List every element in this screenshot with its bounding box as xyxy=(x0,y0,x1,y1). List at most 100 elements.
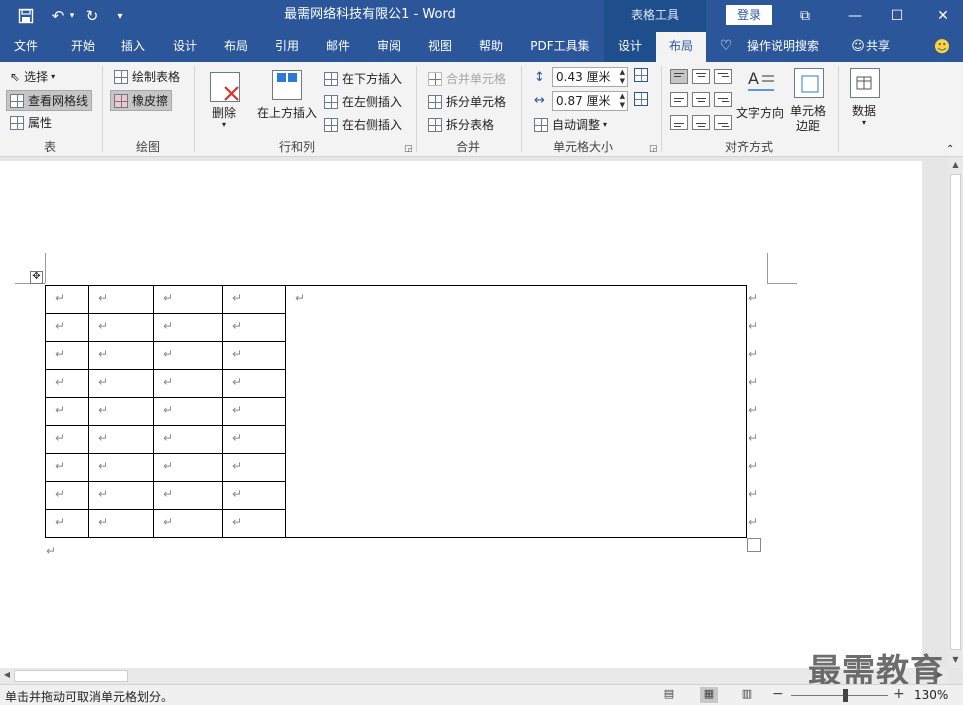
cell-end-mark: ↵ xyxy=(55,291,66,305)
dialog-launcher-icon[interactable]: ◲ xyxy=(649,144,658,154)
select-button[interactable]: ⇖ 选择 ▾ xyxy=(10,68,55,85)
distribute-rows-icon[interactable] xyxy=(634,68,652,82)
group-label-alignment: 对齐方式 xyxy=(724,140,773,154)
document-page[interactable]: ✥ ↵ ↵ ↵ ↵ ↵ ↵ ↵ ↵ ↵ ↵ ↵ ↵ ↵ ↵ ↵ ↵ ↵ ↵ ↵ ↵ ↵ ↵ ↵ ↵ ↵ ↵ ↵ ↵ ↵ ↵ ↵ ↵ ↵ ↵ ↵ ↵ ↵ ↵… xyxy=(0,161,922,668)
align-top-left-icon[interactable] xyxy=(670,69,688,84)
merge-cells-button[interactable]: 合并单元格 xyxy=(428,70,506,87)
text-direction-icon[interactable]: A xyxy=(746,68,776,98)
login-button[interactable]: 登录 xyxy=(726,5,772,25)
split-cells-button[interactable]: 拆分单元格 xyxy=(428,93,506,110)
text-direction-button[interactable]: 文字方向 xyxy=(736,104,784,121)
web-layout-icon[interactable]: ▥ xyxy=(738,687,756,703)
insert-above-icon[interactable] xyxy=(272,70,302,100)
eraser-button[interactable]: 橡皮擦 xyxy=(110,90,173,111)
cell-end-mark: ↵ xyxy=(163,403,174,417)
ribbon-display-options-icon[interactable]: ⧉ xyxy=(782,0,828,32)
tab-home[interactable]: 开始 xyxy=(58,32,108,62)
table-cell[interactable] xyxy=(45,341,89,370)
zoom-out-button[interactable]: − xyxy=(772,686,784,702)
tab-pdf-tools[interactable]: PDF工具集 xyxy=(522,32,598,62)
vertical-scrollbar[interactable]: ▲ ▼ xyxy=(948,158,963,668)
collapse-ribbon-icon[interactable]: ⌃ xyxy=(946,144,954,155)
zoom-in-button[interactable]: + xyxy=(893,686,905,702)
split-table-button[interactable]: 拆分表格 xyxy=(428,116,494,133)
table-cell[interactable] xyxy=(45,481,89,510)
align-bottom-center-icon[interactable] xyxy=(692,115,710,130)
autofit-button[interactable]: 自动调整 ▾ xyxy=(534,116,607,133)
zoom-slider[interactable] xyxy=(791,695,888,696)
delete-button[interactable]: 删除 xyxy=(212,104,236,121)
autofit-icon xyxy=(534,117,548,132)
row-height-input[interactable]: 0.43 厘米 ▲ ▼ xyxy=(552,67,628,87)
table-cell[interactable] xyxy=(45,313,89,342)
merged-table-cell[interactable] xyxy=(285,285,747,538)
zoom-slider-thumb[interactable] xyxy=(843,689,849,702)
scroll-up-icon[interactable]: ▲ xyxy=(948,160,963,169)
dialog-launcher-icon[interactable]: ◲ xyxy=(404,144,413,154)
print-layout-icon[interactable]: ▦ xyxy=(700,687,718,703)
table-cell[interactable] xyxy=(45,369,89,398)
horizontal-scroll-thumb[interactable] xyxy=(14,670,128,682)
tab-design[interactable]: 设计 xyxy=(162,32,208,62)
tab-layout[interactable]: 布局 xyxy=(213,32,259,62)
minimize-icon[interactable]: — xyxy=(832,0,878,32)
smiley-icon[interactable]: ☻ xyxy=(930,32,954,62)
tab-mailings[interactable]: 邮件 xyxy=(315,32,361,62)
close-icon[interactable]: ✕ xyxy=(920,0,963,32)
horizontal-scrollbar[interactable]: ◀ ▶ xyxy=(0,668,948,684)
tab-help[interactable]: 帮助 xyxy=(468,32,514,62)
table-resize-handle[interactable] xyxy=(747,538,761,552)
table-cell[interactable] xyxy=(45,397,89,426)
share-button[interactable]: 共享 xyxy=(866,32,900,62)
tab-file[interactable]: 文件 xyxy=(4,32,48,62)
draw-table-button[interactable]: 绘制表格 xyxy=(114,68,180,85)
tab-review[interactable]: 审阅 xyxy=(366,32,412,62)
data-icon[interactable] xyxy=(850,68,880,98)
insert-right-button[interactable]: 在右侧插入 xyxy=(324,116,402,133)
tell-me-search[interactable]: 操作说明搜索 xyxy=(740,32,826,62)
align-middle-center-icon[interactable] xyxy=(692,92,710,107)
row-end-mark: ↵ xyxy=(748,319,759,333)
align-middle-left-icon[interactable] xyxy=(670,92,688,107)
data-dropdown-icon[interactable]: ▾ xyxy=(862,118,866,127)
align-middle-right-icon[interactable] xyxy=(714,92,732,107)
spinner-arrows-icon[interactable]: ▲ ▼ xyxy=(620,68,625,86)
align-top-center-icon[interactable] xyxy=(692,69,710,84)
separator xyxy=(661,66,662,152)
table-cell[interactable] xyxy=(45,509,89,538)
group-label-rows-columns: 行和列 xyxy=(278,140,315,154)
vertical-scroll-thumb[interactable] xyxy=(950,174,961,650)
properties-button[interactable]: 属性 xyxy=(10,114,52,131)
table-cell[interactable] xyxy=(45,453,89,482)
table-move-handle-icon[interactable]: ✥ xyxy=(30,271,43,284)
view-gridlines-button[interactable]: 查看网格线 xyxy=(6,90,93,111)
insert-above-button[interactable]: 在上方插入 xyxy=(257,104,317,121)
data-button[interactable]: 数据 xyxy=(852,102,876,119)
table-cell[interactable] xyxy=(45,285,89,314)
zoom-level[interactable]: 130% xyxy=(914,688,948,702)
maximize-icon[interactable]: ☐ xyxy=(874,0,920,32)
tab-references[interactable]: 引用 xyxy=(264,32,310,62)
cell-end-mark: ↵ xyxy=(98,375,109,389)
column-width-input[interactable]: 0.87 厘米 ▲ ▼ xyxy=(552,91,628,111)
align-bottom-left-icon[interactable] xyxy=(670,115,688,130)
align-top-right-icon[interactable] xyxy=(714,69,732,84)
tab-insert[interactable]: 插入 xyxy=(110,32,156,62)
scroll-down-icon[interactable]: ▼ xyxy=(948,655,963,664)
insert-left-button[interactable]: 在左侧插入 xyxy=(324,93,402,110)
tab-view[interactable]: 视图 xyxy=(417,32,463,62)
read-mode-icon[interactable]: ▤ xyxy=(660,687,678,703)
table-cell[interactable] xyxy=(45,425,89,454)
tab-table-layout[interactable]: 布局 xyxy=(656,32,706,62)
insert-below-button[interactable]: 在下方插入 xyxy=(324,70,402,87)
delete-icon[interactable] xyxy=(210,72,240,102)
align-bottom-right-icon[interactable] xyxy=(714,115,732,130)
cell-end-mark: ↵ xyxy=(163,319,174,333)
cell-margins-button[interactable]: 单元格 边距 xyxy=(790,104,826,134)
tab-table-design[interactable]: 设计 xyxy=(604,32,656,62)
distribute-columns-icon[interactable] xyxy=(634,92,652,106)
spinner-arrows-icon[interactable]: ▲ ▼ xyxy=(620,92,625,110)
scroll-left-icon[interactable]: ◀ xyxy=(1,670,13,679)
delete-dropdown-icon[interactable]: ▾ xyxy=(222,120,226,129)
cell-margins-icon[interactable] xyxy=(794,68,824,98)
